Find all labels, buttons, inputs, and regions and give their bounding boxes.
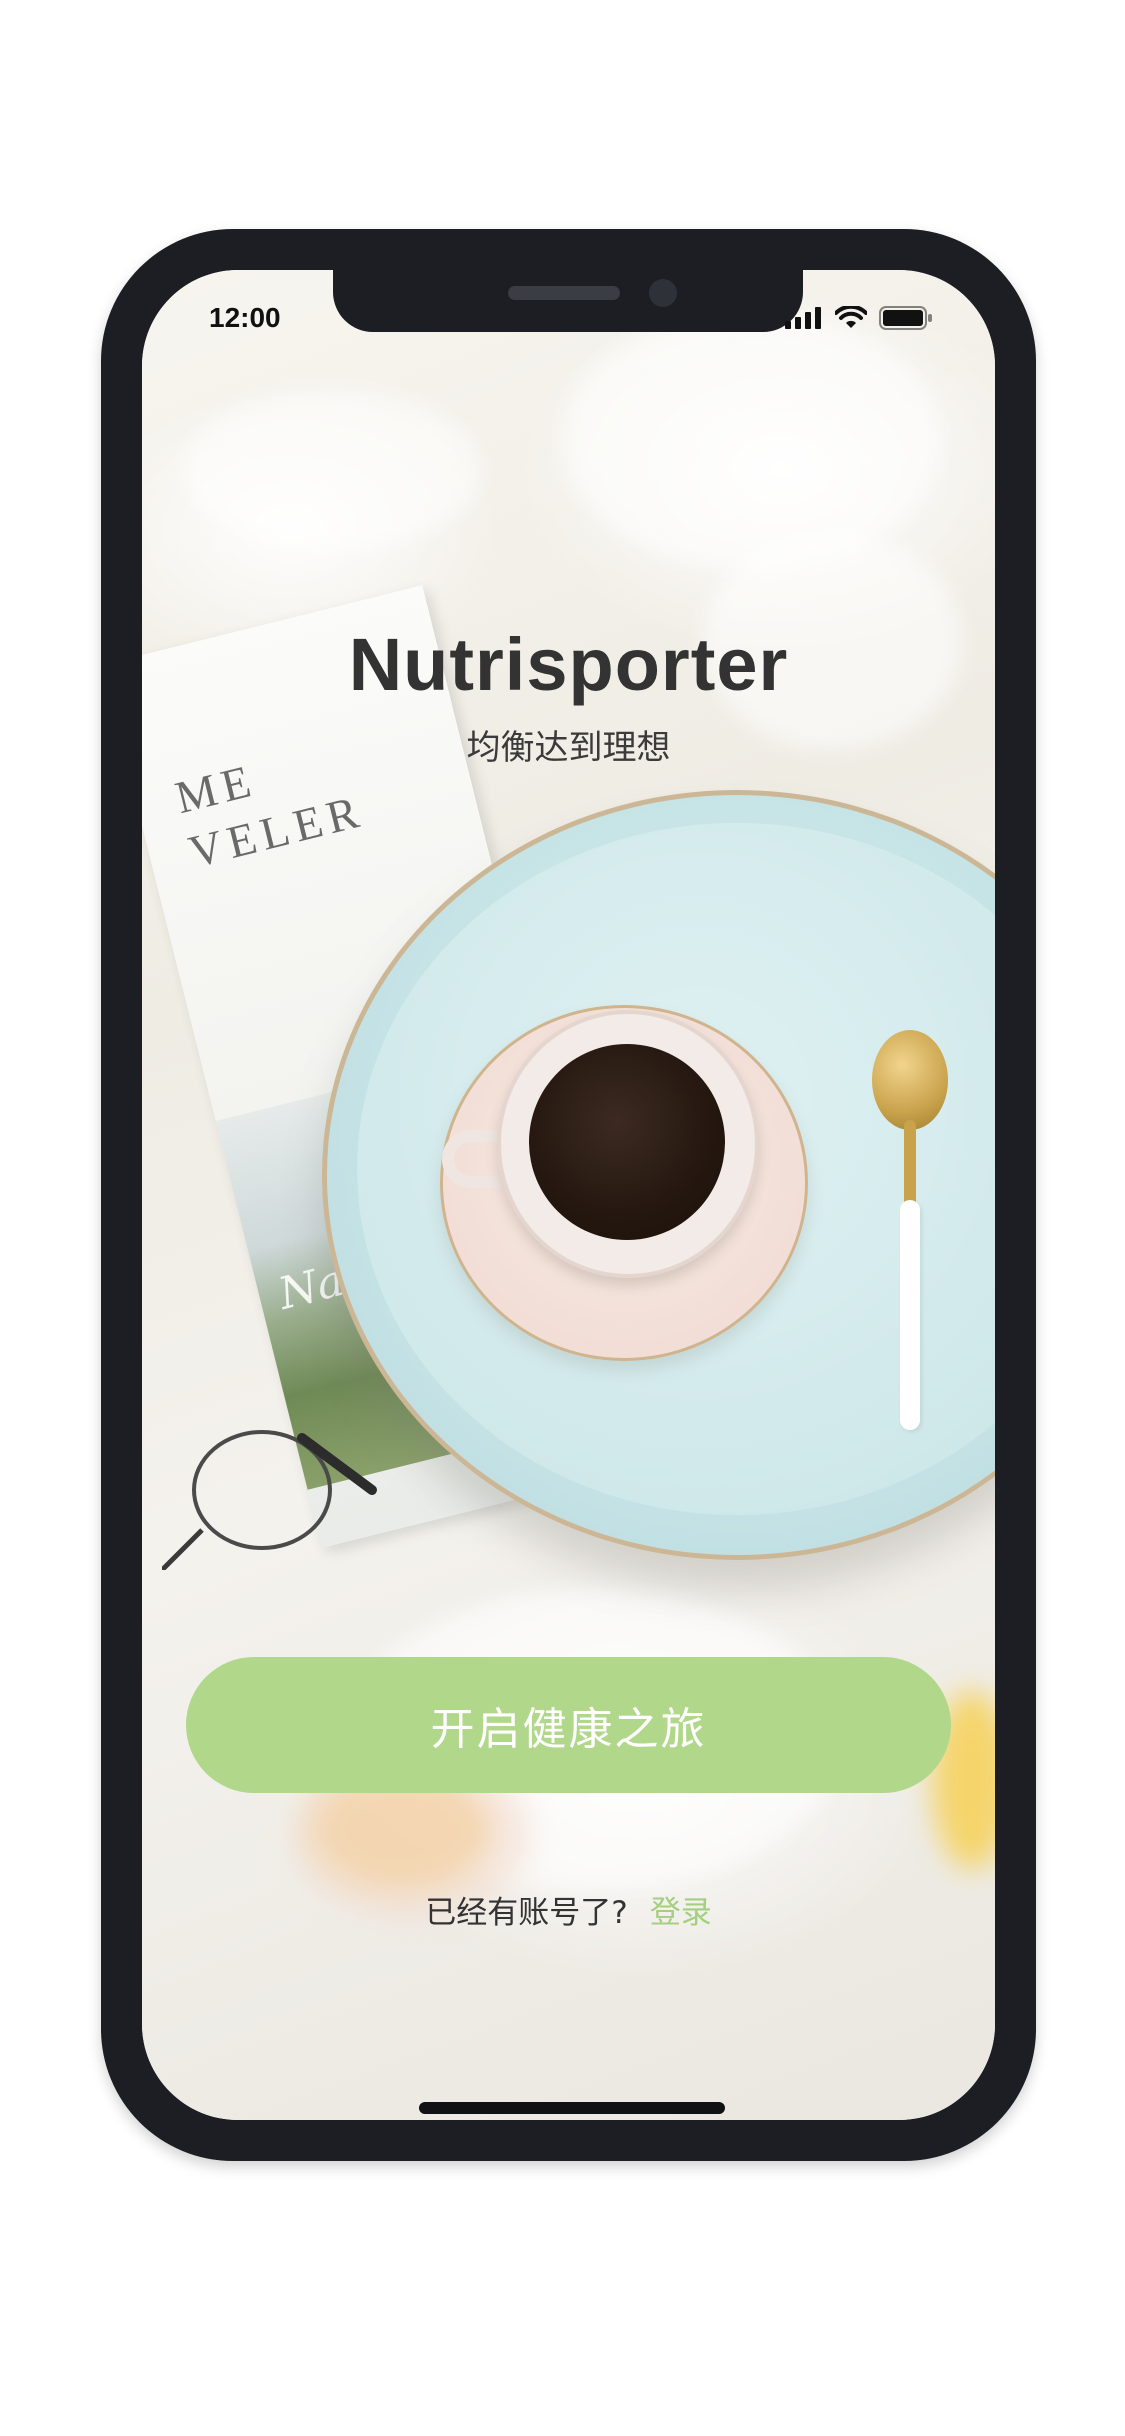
background-photo: ME VELER Napak [142, 270, 995, 2120]
battery-icon [879, 306, 932, 330]
front-camera [649, 279, 677, 307]
login-link[interactable]: 登录 [650, 1895, 712, 1931]
spoon-neck [904, 1120, 916, 1210]
notch [333, 270, 803, 332]
fabric-fold [562, 310, 942, 570]
home-indicator[interactable] [419, 2102, 725, 2114]
fabric-fold [182, 390, 482, 550]
app-tagline: 均衡达到理想 [466, 728, 671, 768]
start-journey-button[interactable]: 开启健康之旅 [186, 1657, 951, 1793]
login-prompt: 已经有账号了? [425, 1895, 628, 1931]
phone-frame: ME VELER Napak [101, 229, 1036, 2161]
coffee [529, 1044, 725, 1240]
wifi-icon [835, 306, 867, 328]
cellular-signal-icon [785, 307, 821, 329]
speaker-grille [508, 286, 620, 300]
status-time: 12:00 [209, 302, 281, 333]
status-icons [785, 306, 933, 330]
spoon-bowl [872, 1030, 948, 1130]
login-row: 已经有账号了? 登录 [142, 1887, 995, 1932]
glasses-image [162, 1430, 377, 1570]
page: ME VELER Napak [0, 0, 1125, 2436]
app-title: Nutrisporter [348, 623, 789, 706]
coffee-cup-image [497, 1010, 759, 1278]
phone-screen: ME VELER Napak [142, 270, 995, 2120]
spoon-handle [900, 1200, 920, 1430]
